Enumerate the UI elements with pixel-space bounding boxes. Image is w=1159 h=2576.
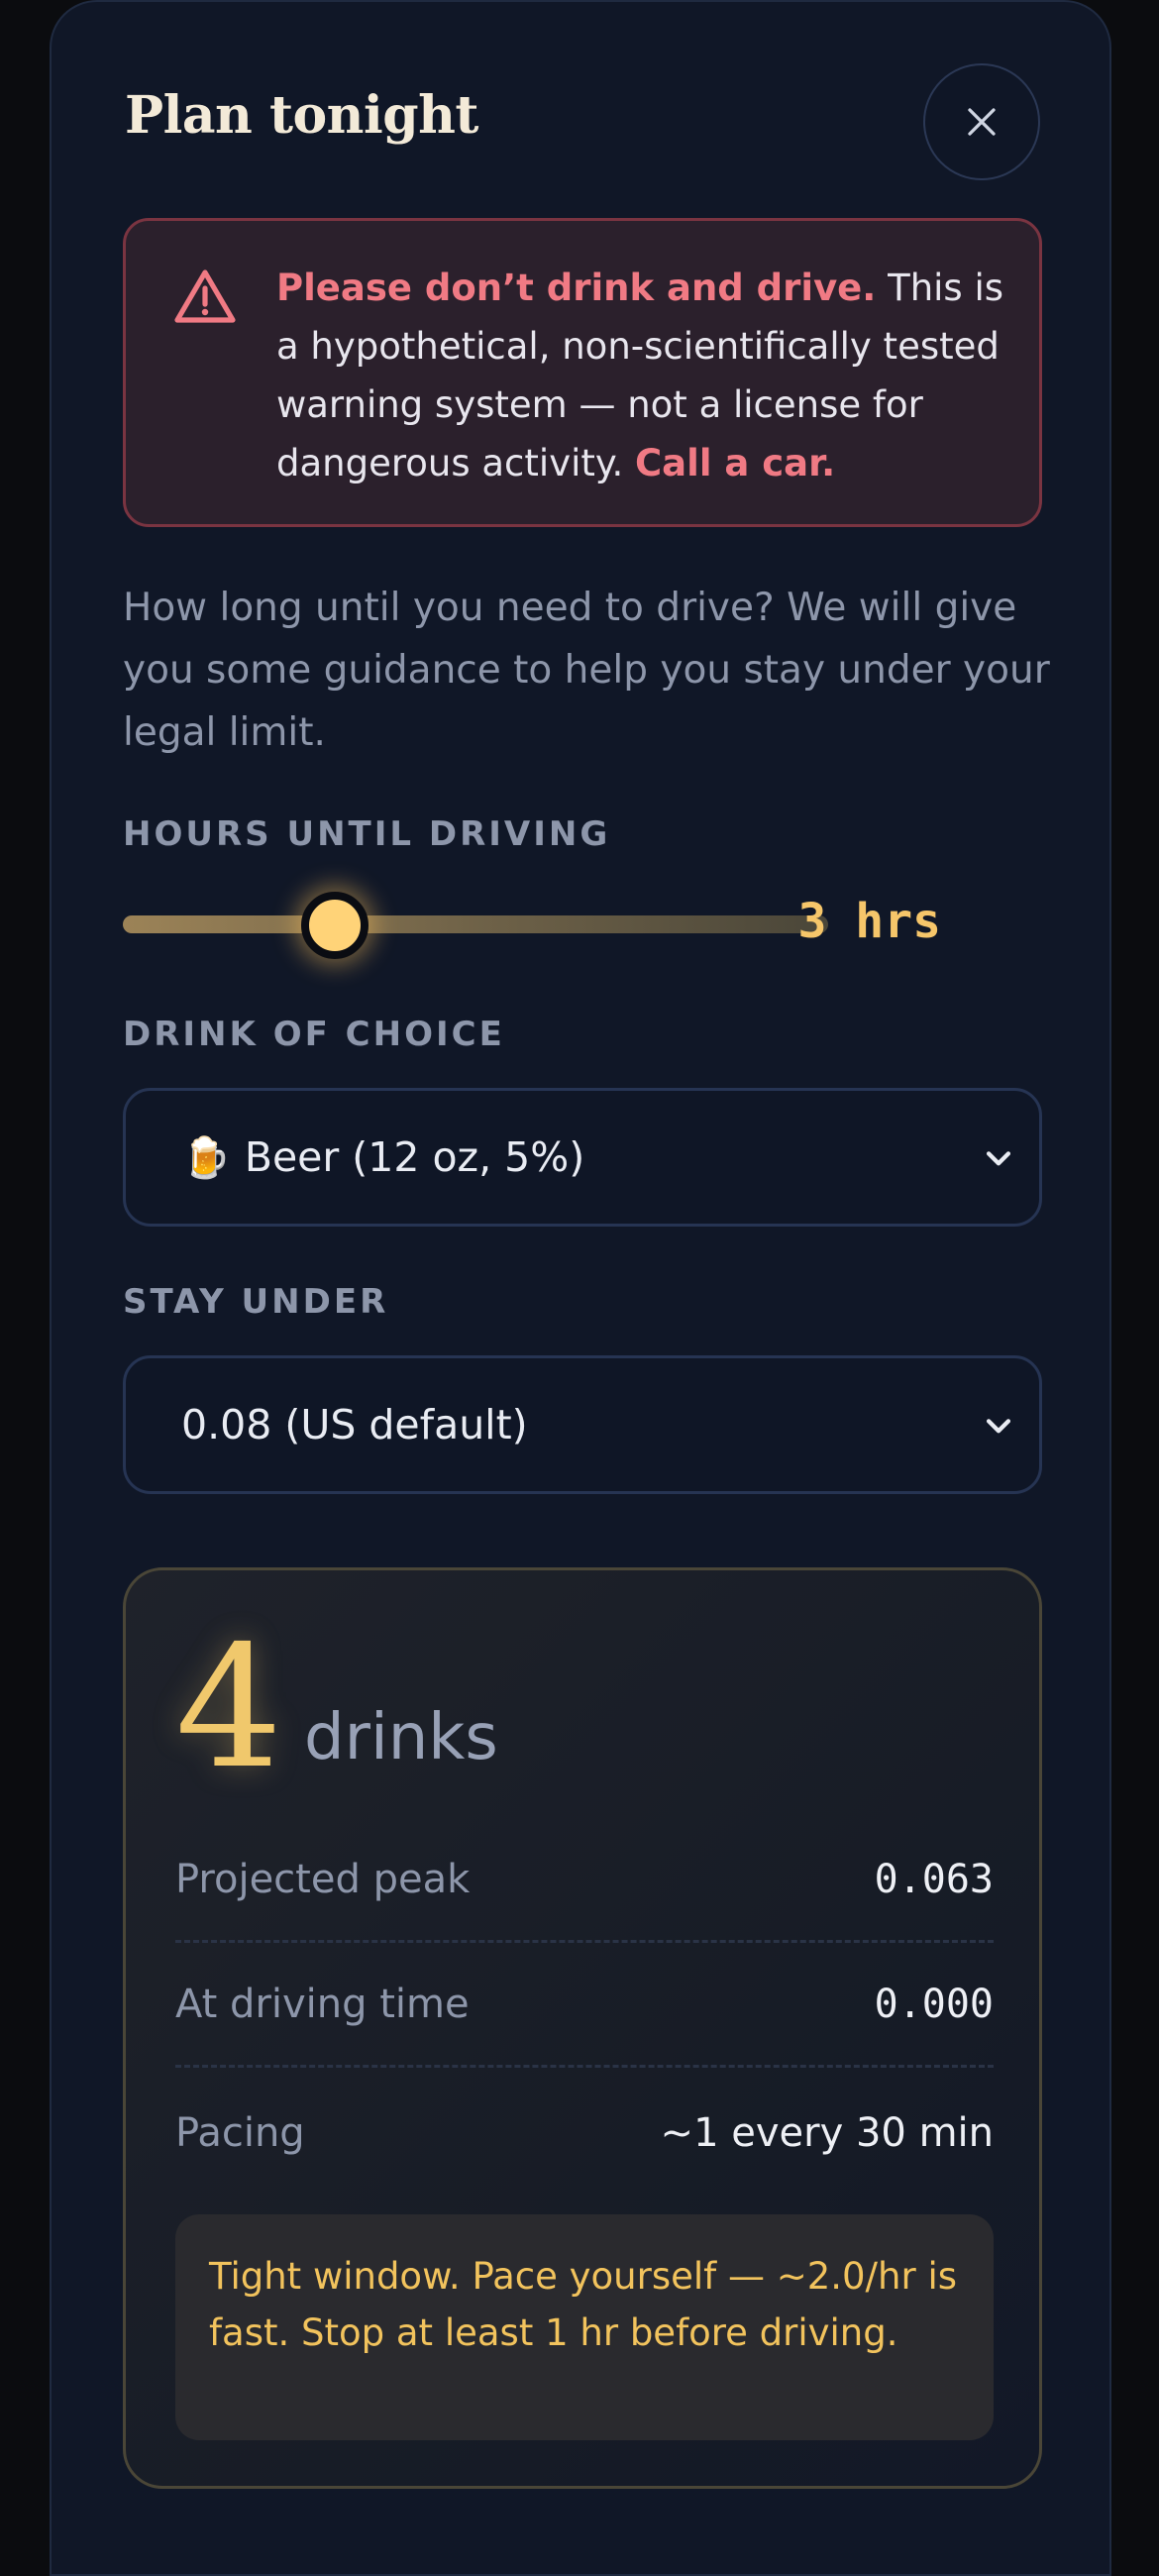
warning-triangle-icon bbox=[174, 269, 236, 323]
pacing-tip: Tight window. Pace yourself — ~2.0/hr is… bbox=[175, 2214, 994, 2440]
hours-label: HOURS UNTIL DRIVING bbox=[123, 814, 611, 854]
drink-count-unit: drinks bbox=[304, 1701, 498, 1774]
warning-lead: Please don’t drink and drive. bbox=[276, 267, 877, 309]
limit-selected-value: 0.08 (US default) bbox=[181, 1401, 528, 1449]
warning-text: Please don’t drink and drive. This is a … bbox=[276, 259, 1009, 492]
stat-value: 0.063 bbox=[874, 1856, 994, 1902]
intro-text: How long until you need to drive? We wil… bbox=[123, 586, 1050, 755]
hours-slider-track[interactable] bbox=[123, 915, 828, 933]
result-card: 4 drinks Projected peak 0.063 At driving… bbox=[123, 1567, 1042, 2489]
drink-count: 4 bbox=[175, 1610, 283, 1806]
stat-value: ~1 every 30 min bbox=[660, 2110, 994, 2156]
beer-icon: 🍺 bbox=[181, 1134, 231, 1181]
page-title: Plan tonight bbox=[125, 85, 478, 146]
chevron-down-icon bbox=[986, 1419, 1011, 1434]
warning-banner: Please don’t drink and drive. This is a … bbox=[123, 218, 1042, 527]
drink-selected-value: Beer (12 oz, 5%) bbox=[244, 1133, 585, 1181]
stat-row-driving: At driving time 0.000 bbox=[175, 1943, 994, 2068]
stat-label: Projected peak bbox=[175, 1856, 471, 1902]
limit-label: STAY UNDER bbox=[123, 1282, 389, 1322]
stat-label: Pacing bbox=[175, 2110, 305, 2156]
drink-label: DRINK OF CHOICE bbox=[123, 1015, 505, 1054]
stat-value: 0.000 bbox=[874, 1981, 994, 2027]
stat-row-pacing: Pacing ~1 every 30 min bbox=[175, 2071, 994, 2196]
drink-select[interactable]: 🍺 Beer (12 oz, 5%) bbox=[123, 1088, 1042, 1227]
hours-value: 3 hrs bbox=[797, 894, 942, 949]
limit-select[interactable]: 0.08 (US default) bbox=[123, 1355, 1042, 1494]
plan-sheet: Plan tonight Please don’t drink and driv… bbox=[50, 0, 1111, 2576]
stat-label: At driving time bbox=[175, 1981, 470, 2027]
close-icon bbox=[968, 108, 996, 136]
chevron-down-icon bbox=[986, 1151, 1011, 1166]
stat-row-peak: Projected peak 0.063 bbox=[175, 1818, 994, 1943]
hours-slider-thumb[interactable] bbox=[300, 892, 369, 959]
call-a-car-link[interactable]: Call a car. bbox=[635, 442, 835, 484]
close-button[interactable] bbox=[923, 63, 1040, 180]
